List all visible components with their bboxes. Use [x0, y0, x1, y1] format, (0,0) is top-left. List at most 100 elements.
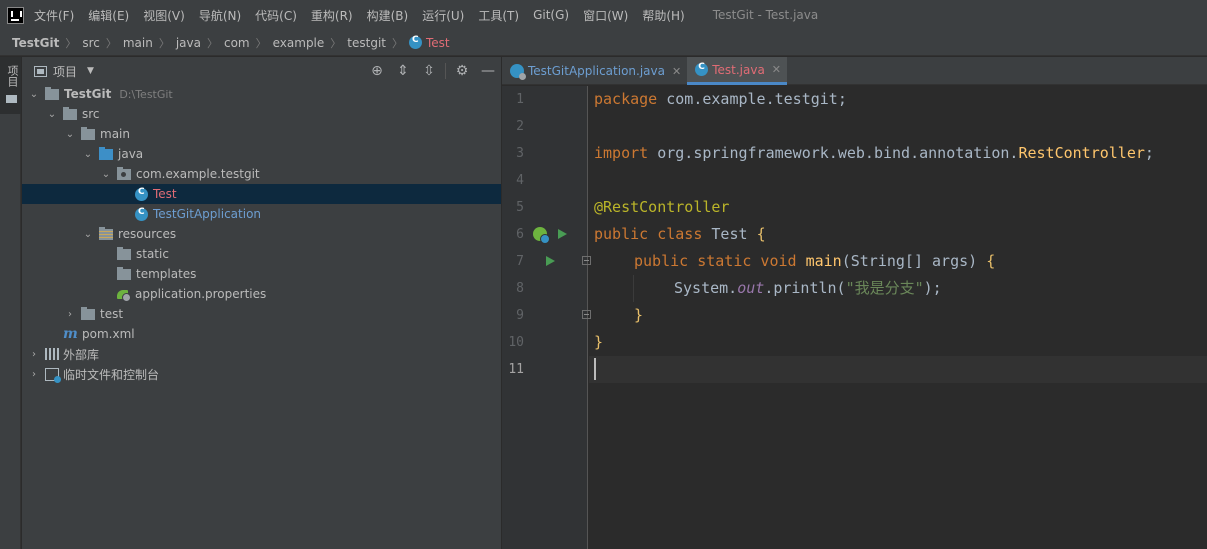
project-tool-window-button[interactable]: 项目: [0, 57, 21, 114]
menu-build[interactable]: 构建(B): [367, 7, 409, 24]
chevron-down-icon[interactable]: ⌄: [46, 109, 58, 120]
fold-icon[interactable]: [582, 310, 591, 319]
breadcrumb-separator-icon: 〉: [330, 36, 342, 50]
project-panel-header: 项目 ▼ ⊕ ⇕ ⇳ ⚙ —: [22, 57, 501, 85]
menu-help[interactable]: 帮助(H): [642, 7, 684, 24]
project-panel-title[interactable]: 项目: [53, 63, 77, 80]
menu-window[interactable]: 窗口(W): [583, 7, 628, 24]
folder-icon: [63, 106, 77, 120]
chevron-right-icon[interactable]: ›: [64, 309, 76, 320]
tree-item-java[interactable]: ⌄ java: [22, 144, 501, 164]
tree-item-static[interactable]: static: [22, 244, 501, 264]
tree-item-test-class[interactable]: Test: [22, 184, 501, 204]
code-line-1: package com.example.testgit;: [594, 86, 847, 113]
tree-label: templates: [136, 267, 197, 281]
code-editor[interactable]: 1 2 3 4 5 6 7 8 9 10 11 package com.exam…: [502, 86, 1207, 549]
run-icon[interactable]: [546, 256, 555, 266]
menu-code[interactable]: 代码(C): [255, 7, 297, 24]
code-token: System.: [674, 279, 738, 297]
menu-run[interactable]: 运行(U): [422, 7, 464, 24]
chevron-down-icon[interactable]: ⌄: [100, 169, 112, 180]
code-token: public class: [594, 225, 703, 243]
tree-item-scratches[interactable]: › 临时文件和控制台: [22, 364, 501, 384]
expand-all-icon[interactable]: ⇕: [390, 57, 416, 85]
code-token: {: [756, 225, 766, 243]
breadcrumb-separator-icon: 〉: [158, 36, 170, 50]
tree-label: static: [136, 247, 169, 261]
code-token: com.example.testgit;: [657, 90, 847, 108]
tree-label: java: [118, 147, 144, 161]
module-folder-icon: [45, 86, 59, 100]
locate-file-icon[interactable]: ⊕: [364, 57, 390, 85]
line-number: 8: [516, 281, 524, 296]
run-icon[interactable]: [558, 229, 567, 239]
code-token: ;: [1144, 144, 1154, 162]
breadcrumb-item-test[interactable]: Test: [426, 36, 450, 50]
code-line-3: import org.springframework.web.bind.anno…: [594, 140, 1154, 167]
minimize-icon[interactable]: —: [475, 57, 501, 85]
close-icon[interactable]: ✕: [772, 63, 781, 76]
menu-navigate[interactable]: 导航(N): [199, 7, 241, 24]
tree-item-templates[interactable]: templates: [22, 264, 501, 284]
breadcrumb-separator-icon: 〉: [105, 36, 117, 50]
menu-view[interactable]: 视图(V): [143, 7, 185, 24]
tree-label: 外部库: [63, 347, 100, 362]
breadcrumb-item-testgit[interactable]: testgit: [347, 36, 386, 50]
menu-git[interactable]: Git(G): [533, 8, 569, 22]
line-number: 1: [516, 92, 524, 107]
chevron-down-icon[interactable]: ▼: [87, 66, 94, 76]
menu-edit[interactable]: 编辑(E): [88, 7, 129, 24]
code-token: org.springframework.web.bind.annotation.: [648, 144, 1019, 162]
close-icon[interactable]: ✕: [672, 65, 681, 78]
menu-tools[interactable]: 工具(T): [478, 7, 519, 24]
tab-test[interactable]: Test.java ✕: [687, 57, 788, 85]
spring-bean-icon[interactable]: [533, 227, 550, 244]
library-icon: [45, 348, 59, 360]
tree-item-project-root[interactable]: ⌄ TestGit D:\TestGit: [22, 84, 501, 104]
breadcrumb-item-main[interactable]: main: [123, 36, 153, 50]
tree-label: Test: [153, 187, 177, 201]
tree-item-test-dir[interactable]: › test: [22, 304, 501, 324]
chevron-down-icon[interactable]: ⌄: [82, 229, 94, 240]
tree-item-pom[interactable]: m pom.xml: [22, 324, 501, 344]
tree-item-application-properties[interactable]: application.properties: [22, 284, 501, 304]
menu-file[interactable]: 文件(F): [34, 7, 74, 24]
breadcrumb-item-java[interactable]: java: [176, 36, 201, 50]
chevron-right-icon[interactable]: ›: [28, 349, 40, 360]
breadcrumb-item-project[interactable]: TestGit: [12, 36, 59, 50]
tree-item-app-class[interactable]: TestGitApplication: [22, 204, 501, 224]
resources-folder-icon: [99, 226, 113, 240]
chevron-right-icon[interactable]: ›: [28, 369, 40, 380]
tree-item-external-libraries[interactable]: › 外部库: [22, 344, 501, 364]
breadcrumb-item-com[interactable]: com: [224, 36, 250, 50]
tree-item-main[interactable]: ⌄ main: [22, 124, 501, 144]
code-token: Test: [702, 225, 757, 243]
breadcrumb-item-src[interactable]: src: [82, 36, 100, 50]
menu-refactor[interactable]: 重构(R): [311, 7, 353, 24]
gear-icon[interactable]: ⚙: [449, 57, 475, 85]
code-token: import: [594, 144, 649, 162]
fold-icon[interactable]: [582, 256, 591, 265]
java-class-icon: [135, 187, 148, 201]
tree-item-src[interactable]: ⌄ src: [22, 104, 501, 124]
chevron-down-icon[interactable]: ⌄: [28, 89, 40, 100]
breadcrumb-item-example[interactable]: example: [273, 36, 325, 50]
tab-label: Test.java: [712, 62, 765, 77]
chevron-down-icon[interactable]: ⌄: [64, 129, 76, 140]
code-token: (String[] args): [841, 252, 987, 270]
folder-icon: [117, 246, 131, 260]
line-number: 11: [508, 362, 524, 377]
tree-label: application.properties: [135, 287, 267, 301]
tree-item-package[interactable]: ⌄ com.example.testgit: [22, 164, 501, 184]
tree-item-resources[interactable]: ⌄ resources: [22, 224, 501, 244]
code-line-6: public class Test {: [594, 221, 766, 248]
breadcrumb-separator-icon: 〉: [206, 36, 218, 50]
chevron-down-icon[interactable]: ⌄: [82, 149, 94, 160]
collapse-all-icon[interactable]: ⇳: [416, 57, 442, 85]
text-caret: [594, 358, 596, 380]
tab-testgitapplication[interactable]: TestGitApplication.java ✕: [502, 57, 687, 85]
window-title: TestGit - Test.java: [712, 8, 819, 22]
line-number: 5: [516, 200, 524, 215]
tree-label: main: [100, 127, 130, 141]
code-token: main: [805, 252, 842, 270]
